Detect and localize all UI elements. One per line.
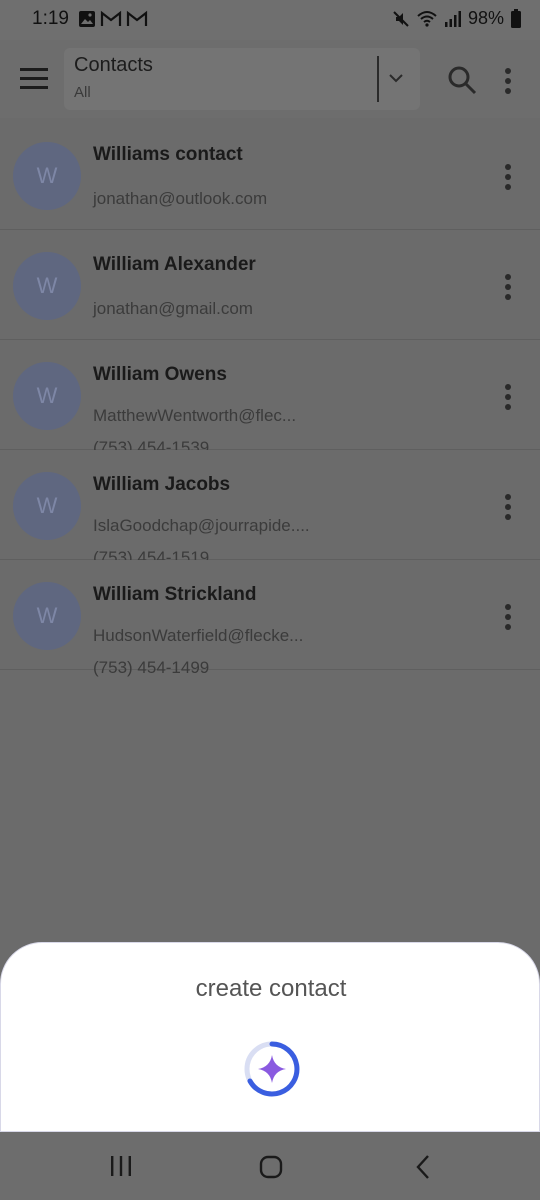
- recents-icon[interactable]: [108, 1154, 134, 1178]
- row-more-icon[interactable]: [498, 162, 518, 192]
- status-icons: 98%: [392, 8, 522, 29]
- contact-name: William Jacobs: [93, 474, 231, 495]
- wifi-icon: [417, 10, 437, 27]
- row-more-icon[interactable]: [498, 272, 518, 302]
- contact-name: William Owens: [93, 364, 227, 385]
- contact-email: jonathan@gmail.com: [93, 299, 253, 318]
- mute-icon: [393, 10, 409, 27]
- gallery-icon: [79, 11, 95, 27]
- create-contact-sheet: create contact: [0, 942, 540, 1132]
- contact-name: William Strickland: [93, 584, 257, 605]
- contact-email: MatthewWentworth@flec...: [93, 406, 297, 425]
- gmail-icon: [126, 10, 148, 26]
- search-icon[interactable]: [446, 64, 478, 96]
- divider: [377, 56, 379, 102]
- battery-icon: [511, 8, 521, 28]
- sheet-title: create contact: [195, 975, 347, 1002]
- status-time: 1:19: [32, 8, 69, 29]
- contacts-filter-selector[interactable]: Contacts All: [64, 48, 420, 110]
- avatar: W: [13, 472, 81, 540]
- more-options-icon[interactable]: [498, 66, 518, 96]
- avatar: W: [13, 142, 81, 210]
- contact-email: IslaGoodchap@jourrapide....: [93, 516, 310, 535]
- contact-name: Williams contact: [93, 144, 243, 165]
- contact-email: HudsonWaterfield@flecke...: [93, 626, 304, 645]
- battery-percent: 98%: [467, 8, 504, 28]
- contact-email: jonathan@outlook.com: [93, 189, 268, 208]
- loading-sparkle-icon: [244, 1041, 300, 1097]
- page-title: Contacts: [74, 54, 153, 76]
- contact-row[interactable]: W William Strickland HudsonWaterfield@fl…: [0, 560, 540, 677]
- chevron-down-icon[interactable]: [386, 68, 406, 88]
- home-icon[interactable]: [258, 1154, 284, 1180]
- menu-icon[interactable]: [18, 64, 50, 94]
- avatar: W: [13, 362, 81, 430]
- contact-row[interactable]: W Williams contact jonathan@outlook.com: [0, 120, 540, 230]
- contact-name: William Alexander: [93, 254, 256, 275]
- navigation-bar: [0, 1132, 540, 1200]
- filter-value: All: [74, 84, 91, 101]
- row-more-icon[interactable]: [498, 602, 518, 632]
- gmail-icon: [100, 10, 122, 26]
- app-bar: Contacts All: [0, 40, 540, 118]
- row-more-icon[interactable]: [498, 492, 518, 522]
- signal-icon: [444, 10, 461, 27]
- row-more-icon[interactable]: [498, 382, 518, 412]
- contact-row[interactable]: W William Jacobs IslaGoodchap@jourrapide…: [0, 450, 540, 567]
- status-bar: 1:19 98%: [0, 0, 540, 40]
- contact-row[interactable]: W William Owens MatthewWentworth@flec...…: [0, 340, 540, 457]
- contact-phone: (753) 454-1499: [93, 658, 210, 677]
- avatar: W: [13, 582, 81, 650]
- contact-row[interactable]: W William Alexander jonathan@gmail.com: [0, 230, 540, 340]
- notification-icons: [78, 10, 148, 28]
- screen: 1:19 98% Contacts All W Williams contact…: [0, 0, 540, 1200]
- back-icon[interactable]: [412, 1154, 434, 1180]
- contact-list: W Williams contact jonathan@outlook.com …: [0, 120, 540, 677]
- avatar: W: [13, 252, 81, 320]
